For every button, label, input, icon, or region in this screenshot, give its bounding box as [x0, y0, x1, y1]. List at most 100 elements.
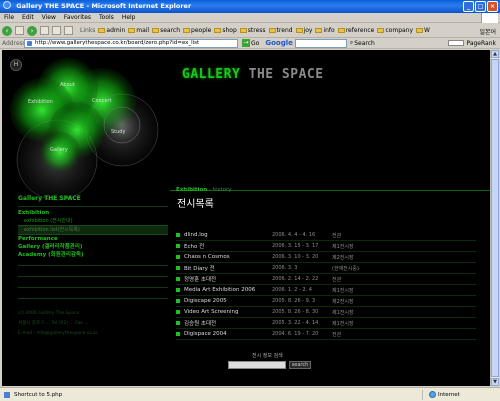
status-bar: Shortcut to 5.php Internet [0, 387, 500, 401]
page-title: 전시목록 [177, 199, 214, 210]
list-item[interactable]: Bit Diary 전 2006. 3. 3 (한재전시중) [176, 263, 476, 274]
forward-button[interactable]: › [27, 25, 37, 36]
pagerank-bar [448, 40, 465, 46]
link-people[interactable]: people [183, 27, 211, 34]
link-w[interactable]: W [416, 27, 430, 34]
folder-icon [152, 28, 160, 33]
go-label: Go [251, 39, 260, 47]
item-date: 2006. 2. 14 - 2. 22 [272, 276, 319, 282]
item-title[interactable]: 김승원 초대전 [184, 319, 272, 327]
item-title[interactable]: Digispace 2004 [184, 331, 272, 337]
menu-favorites[interactable]: Favorites [64, 14, 91, 21]
folder-icon [416, 28, 424, 33]
menu-exhibition[interactable]: Exhibition [18, 209, 168, 217]
logo-gray-text: THE SPACE [240, 67, 324, 82]
link-trend[interactable]: trend [268, 27, 293, 34]
link-company[interactable]: company [377, 27, 413, 34]
item-title[interactable]: Echo 전 [184, 242, 272, 250]
folder-icon [337, 28, 345, 33]
link-stress[interactable]: stress [239, 27, 266, 34]
folder-icon [128, 28, 136, 33]
list-item[interactable]: Chaos n Cosmos 2006. 3. 10 - 3. 20 제2전시장 [176, 252, 476, 263]
item-title[interactable]: Chaos n Cosmos [184, 254, 272, 260]
item-date: 2005. 8. 26 - 8. 30 [272, 309, 319, 315]
go-button[interactable]: → Go [242, 39, 259, 47]
menu-performance[interactable]: Performance [18, 235, 168, 243]
list-item[interactable]: Digiscape 2005 2005. 8. 26 - 9. 3 제2전시장 [176, 296, 476, 307]
menu-exhibition-list[interactable]: exhibition list(전시목록) [18, 225, 168, 235]
link-search[interactable]: search [152, 27, 180, 34]
exhibition-search-button[interactable]: search [289, 361, 311, 369]
link-mail[interactable]: mail [128, 27, 149, 34]
link-shop[interactable]: shop [214, 27, 237, 34]
item-title[interactable]: Digiscape 2005 [184, 298, 272, 304]
bubble-label-exhibition[interactable]: Exhibition [28, 99, 53, 105]
bubble-label-study[interactable]: Study [111, 129, 125, 135]
item-date: 2006. 3. 3 [272, 265, 298, 271]
menu-academy[interactable]: Academy (회원관리감독) [18, 251, 168, 259]
item-title[interactable]: Video Art Screening [184, 309, 272, 315]
menu-gallery[interactable]: Gallery (갤러리작품관리) [18, 243, 168, 251]
list-item[interactable]: Echo 전 2006. 3. 15 - 3. 17 제1전시장 [176, 241, 476, 252]
item-place: 전관 [332, 331, 342, 338]
item-place: 전관 [332, 276, 342, 283]
item-title[interactable]: dlind.log [184, 232, 272, 238]
bubble-label-concert[interactable]: Concert [92, 98, 112, 104]
maximize-button[interactable]: □ [475, 1, 486, 12]
window-titlebar[interactable]: Gallery THE SPACE - Microsoft Internet E… [0, 0, 500, 13]
link-label: company [385, 27, 414, 34]
language-button[interactable]: 일본어 [479, 27, 496, 36]
google-search-input[interactable] [294, 38, 347, 48]
list-item[interactable]: 김승원 초대전 2005. 3. 22 - 4. 14 제1전시장 [176, 318, 476, 329]
link-reference[interactable]: reference [337, 27, 374, 34]
scroll-thumb[interactable] [491, 59, 499, 377]
email-text: E-mail : info@gallerythespace.co.kr [18, 331, 98, 336]
link-joy[interactable]: joy [295, 27, 312, 34]
list-item[interactable]: 정영훈 초대전 2006. 2. 14 - 2. 22 전관 [176, 274, 476, 285]
left-menu-head[interactable]: Gallery THE SPACE [18, 195, 168, 202]
item-title[interactable]: Media Art Exhibition 2006 [184, 287, 272, 293]
home-button[interactable]: H [10, 59, 22, 71]
list-item[interactable]: Video Art Screening 2005. 8. 26 - 8. 30 제1… [176, 307, 476, 318]
minimize-button[interactable]: _ [463, 1, 474, 12]
stop-icon[interactable] [40, 26, 49, 35]
menu-tools[interactable]: Tools [99, 14, 114, 21]
item-title[interactable]: Bit Diary 전 [184, 264, 272, 272]
bubble-label-about[interactable]: About [60, 82, 75, 88]
address-input[interactable]: http://www.gallerythespace.co.kr/board/z… [24, 38, 238, 48]
list-item[interactable]: Media Art Exhibition 2006 2006. 1. 2 - 2.… [176, 285, 476, 296]
item-place: 제2전시장 [332, 254, 354, 261]
link-admin[interactable]: admin [98, 27, 125, 34]
link-label: trend [276, 27, 293, 34]
globe-icon [429, 391, 436, 398]
site-logo[interactable]: GALLERY THE SPACE [182, 67, 324, 82]
menu-exhibition-info[interactable]: exhibition (전시안내) [18, 217, 168, 225]
menu-file[interactable]: File [4, 14, 14, 21]
back-button[interactable]: ‹ [2, 25, 12, 36]
list-item[interactable]: dlind.log 2006. 4. 4 - 4. 16 전관 [176, 230, 476, 241]
bubble-study[interactable] [103, 106, 141, 144]
folder-icon [268, 28, 276, 33]
menu-view[interactable]: View [42, 14, 56, 21]
back-dropdown-icon[interactable] [15, 26, 24, 35]
pagerank-label: PageRank [466, 39, 496, 47]
item-date: 2005. 3. 22 - 4. 14 [272, 320, 319, 326]
item-title[interactable]: 정영훈 초대전 [184, 275, 272, 283]
close-button[interactable]: × [487, 1, 498, 12]
menu-help[interactable]: Help [122, 14, 136, 21]
menu-edit[interactable]: Edit [22, 14, 34, 21]
scroll-down-button[interactable]: ▼ [491, 378, 499, 386]
bubble-label-gallery[interactable]: Gallery [50, 147, 68, 153]
google-search-button[interactable]: ⌕ Search [350, 39, 375, 47]
scroll-up-button[interactable]: ▲ [491, 50, 499, 58]
vertical-scrollbar[interactable]: ▲ ▼ [490, 50, 499, 386]
folder-icon [239, 28, 247, 33]
link-info[interactable]: info [315, 27, 335, 34]
exhibition-search-input[interactable] [228, 361, 286, 369]
google-search-label: Search [354, 39, 375, 47]
bullet-icon [176, 288, 180, 292]
refresh-icon[interactable] [52, 26, 61, 35]
item-date: 2004. 6. 19 - 7. 20 [272, 331, 319, 337]
list-item[interactable]: Digispace 2004 2004. 6. 19 - 7. 20 전관 [176, 329, 476, 340]
home-icon[interactable] [64, 26, 73, 35]
